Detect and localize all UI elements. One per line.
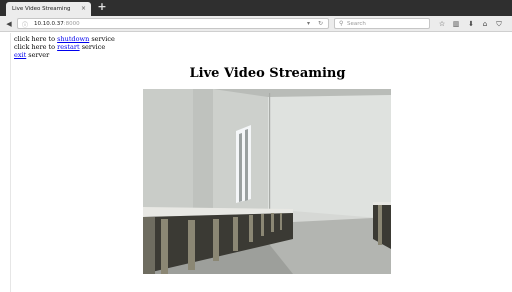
exit-line: exit server bbox=[14, 51, 50, 59]
tab-title: Live Video Streaming bbox=[12, 6, 71, 12]
url-text: 10.10.0.37:8000 bbox=[34, 21, 80, 27]
search-input[interactable]: ⚲ Search bbox=[334, 18, 430, 29]
shutdown-line: click here to shutdown service bbox=[14, 35, 115, 43]
page-title: Live Video Streaming bbox=[189, 66, 346, 81]
tab-bar: Live Video Streaming × + bbox=[0, 0, 512, 16]
page-content: click here to shutdown service click her… bbox=[0, 33, 512, 292]
search-placeholder: Search bbox=[347, 21, 366, 27]
restart-link[interactable]: restart bbox=[57, 43, 80, 51]
download-icon[interactable]: ⬇ bbox=[466, 19, 476, 29]
star-icon[interactable]: ☆ bbox=[437, 19, 447, 29]
new-tab-button[interactable]: + bbox=[96, 1, 108, 13]
video-stream bbox=[143, 89, 391, 274]
pocket-icon[interactable]: ⛉ bbox=[494, 19, 504, 29]
video-frame-image bbox=[143, 89, 391, 274]
reload-icon[interactable]: ↻ bbox=[318, 20, 323, 27]
chevron-down-icon[interactable]: ▾ bbox=[307, 20, 310, 27]
shutdown-link[interactable]: shutdown bbox=[57, 35, 89, 43]
browser-tab[interactable]: Live Video Streaming × bbox=[6, 2, 91, 16]
back-arrow-icon[interactable]: ◀ bbox=[4, 19, 14, 29]
search-icon: ⚲ bbox=[339, 20, 344, 27]
exit-link[interactable]: exit bbox=[14, 51, 26, 59]
library-icon[interactable]: ▥ bbox=[451, 19, 461, 29]
restart-line: click here to restart service bbox=[14, 43, 106, 51]
tab-close-icon[interactable]: × bbox=[81, 5, 86, 12]
url-bar[interactable]: ⓘ 10.10.0.37:8000 ▾ ↻ bbox=[17, 18, 329, 29]
home-icon[interactable]: ⌂ bbox=[480, 19, 490, 29]
info-icon[interactable]: ⓘ bbox=[22, 20, 28, 29]
nav-bar: ◀ ⓘ 10.10.0.37:8000 ▾ ↻ ⚲ Search ☆ ▥ ⬇ ⌂… bbox=[0, 16, 512, 32]
